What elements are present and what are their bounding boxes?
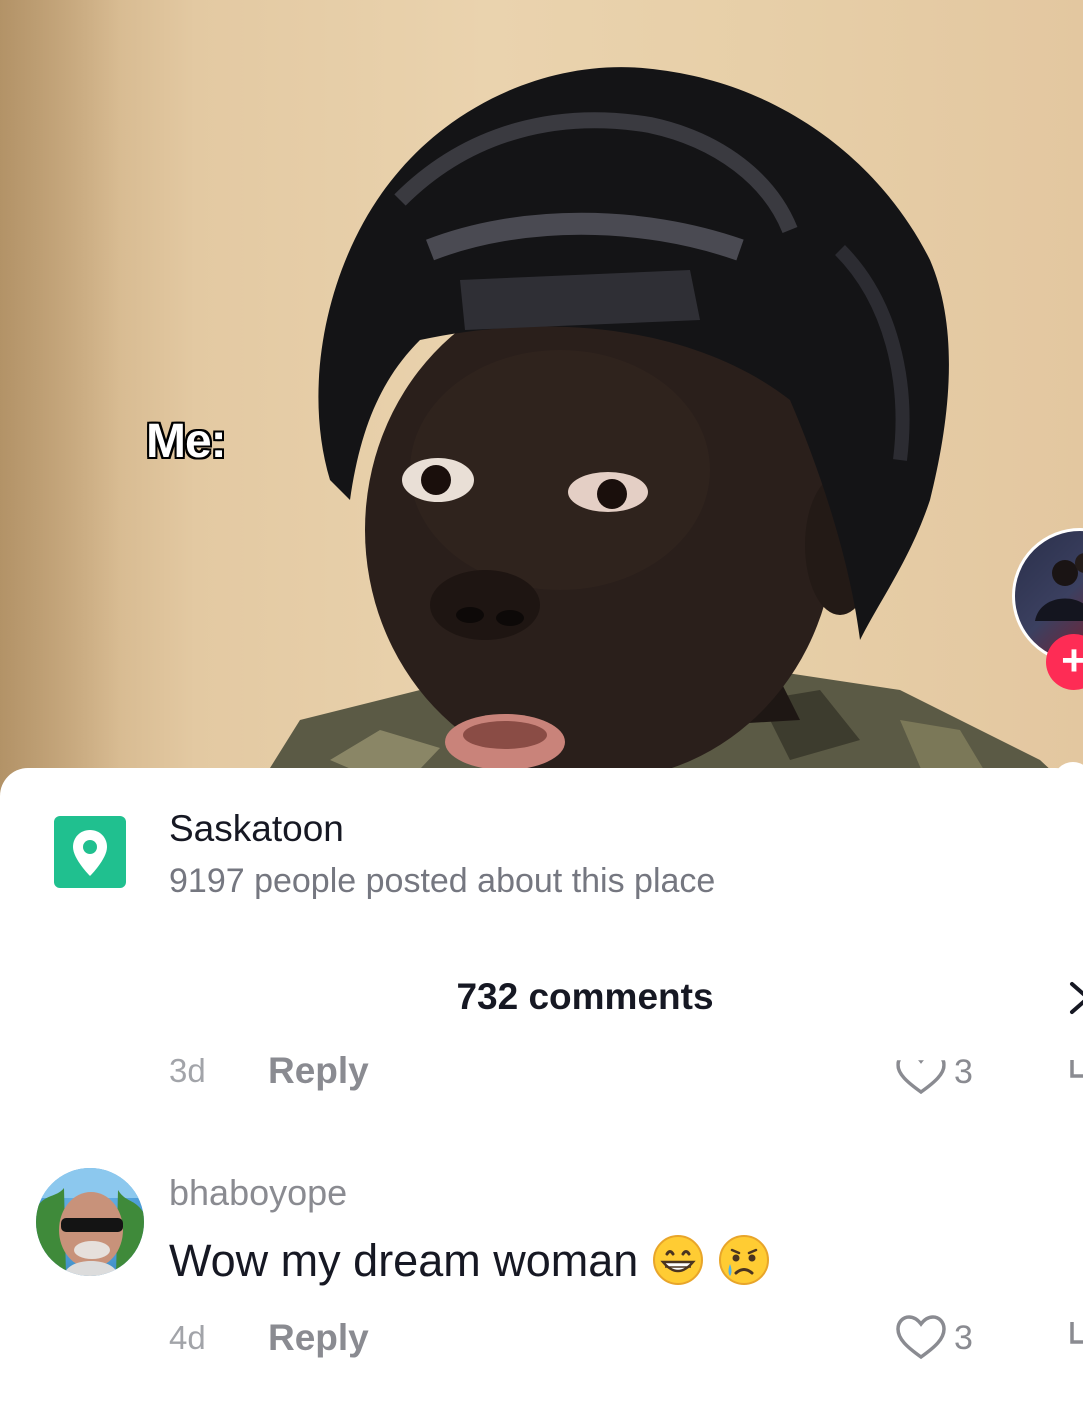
reply-button[interactable]: Reply	[268, 1317, 369, 1359]
like-count: 3	[954, 1053, 973, 1091]
avatar-image	[36, 1168, 144, 1276]
dislike-icon[interactable]	[1068, 1320, 1083, 1346]
reply-button[interactable]: Reply	[268, 1050, 369, 1092]
location-name[interactable]: Saskatoon	[169, 808, 344, 850]
like-count: 3	[954, 1319, 973, 1357]
avatar[interactable]	[36, 1168, 144, 1276]
comment-body: Wow my dream woman	[169, 1235, 639, 1286]
video-frame-person	[250, 67, 1083, 800]
dislike-icon[interactable]	[1068, 1058, 1083, 1080]
video-player[interactable]: Me: +	[0, 0, 1083, 800]
grinning-face-emoji	[652, 1234, 704, 1286]
location-pin-icon[interactable]	[54, 816, 126, 888]
close-icon[interactable]	[1068, 980, 1083, 1016]
heart-icon[interactable]	[895, 1314, 947, 1360]
video-caption-overlay: Me:	[146, 415, 227, 468]
comment-username[interactable]: bhaboyope	[169, 1172, 347, 1214]
comment-timestamp: 4d	[169, 1319, 206, 1356]
crying-face-emoji	[718, 1234, 770, 1286]
location-subtitle: 9197 people posted about this place	[169, 862, 716, 900]
comment-text: Wow my dream woman	[169, 1234, 770, 1287]
heart-icon[interactable]	[895, 1052, 947, 1094]
comment-timestamp: 3d	[169, 1052, 206, 1089]
comments-count-title: 732 comments	[456, 976, 714, 1017]
